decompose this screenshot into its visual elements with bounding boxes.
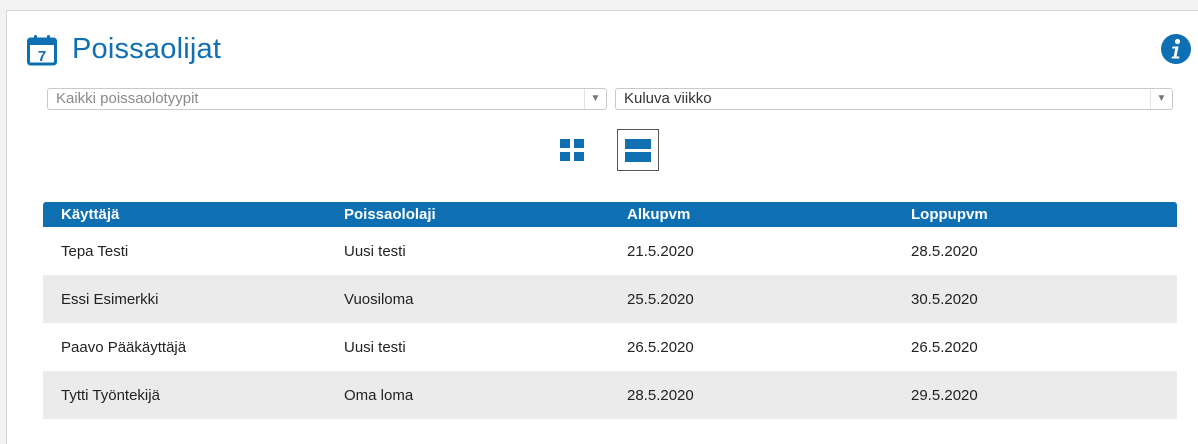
cell-end-date: 28.5.2020 (911, 242, 978, 260)
calendar-icon-number: 7 (38, 48, 46, 65)
calendar-icon: 7 (27, 34, 57, 65)
page-title: Poissaolijat (72, 33, 222, 65)
cell-absence-type: Oma loma (344, 386, 414, 404)
cell-start-date: 26.5.2020 (627, 338, 694, 356)
table-row[interactable]: Tytti Työntekijä Oma loma 28.5.2020 29.5… (43, 371, 1177, 419)
cell-user: Essi Esimerkki (61, 290, 159, 308)
column-header-end-date[interactable]: Loppupvm (893, 202, 1177, 227)
cell-start-date: 21.5.2020 (627, 242, 694, 260)
cell-end-date: 26.5.2020 (911, 338, 978, 356)
column-header-absence-type[interactable]: Poissaololaji (326, 202, 609, 227)
period-select-value: Kuluva viikko (624, 90, 712, 107)
grid-view-icon (560, 139, 584, 161)
absences-table: Käyttäjä Poissaololaji Alkupvm Loppupvm … (43, 202, 1177, 419)
table-header: Käyttäjä Poissaololaji Alkupvm Loppupvm (43, 202, 1177, 227)
table-row[interactable]: Essi Esimerkki Vuosiloma 25.5.2020 30.5.… (43, 275, 1177, 323)
column-header-start-date[interactable]: Alkupvm (609, 202, 893, 227)
cell-user: Paavo Pääkäyttäjä (61, 338, 187, 356)
column-header-user[interactable]: Käyttäjä (43, 202, 326, 227)
cell-absence-type: Vuosiloma (344, 290, 414, 308)
grid-view-button[interactable] (551, 129, 593, 171)
chevron-down-icon[interactable]: ▼ (584, 89, 606, 109)
cell-user: Tepa Testi (61, 242, 129, 260)
table-row[interactable]: Tepa Testi Uusi testi 21.5.2020 28.5.202… (43, 227, 1177, 275)
cell-absence-type: Uusi testi (344, 242, 406, 260)
panel-header: 7 Poissaolijat (27, 33, 221, 66)
cell-start-date: 25.5.2020 (627, 290, 694, 308)
list-view-icon (625, 139, 651, 162)
period-select[interactable]: Kuluva viikko ▼ (615, 88, 1173, 110)
list-view-button[interactable] (617, 129, 659, 171)
absence-type-select-placeholder: Kaikki poissaolotyypit (56, 90, 199, 107)
cell-absence-type: Uusi testi (344, 338, 406, 356)
table-row[interactable]: Paavo Pääkäyttäjä Uusi testi 26.5.2020 2… (43, 323, 1177, 371)
cell-user: Tytti Työntekijä (61, 386, 160, 404)
cell-end-date: 29.5.2020 (911, 386, 978, 404)
cell-end-date: 30.5.2020 (911, 290, 978, 308)
absences-panel: 7 Poissaolijat Kaikki poissaolotyypit ▼ … (6, 10, 1198, 444)
cell-start-date: 28.5.2020 (627, 386, 694, 404)
chevron-down-icon[interactable]: ▼ (1150, 89, 1172, 109)
absence-type-select[interactable]: Kaikki poissaolotyypit ▼ (47, 88, 607, 110)
info-icon[interactable] (1160, 33, 1192, 65)
